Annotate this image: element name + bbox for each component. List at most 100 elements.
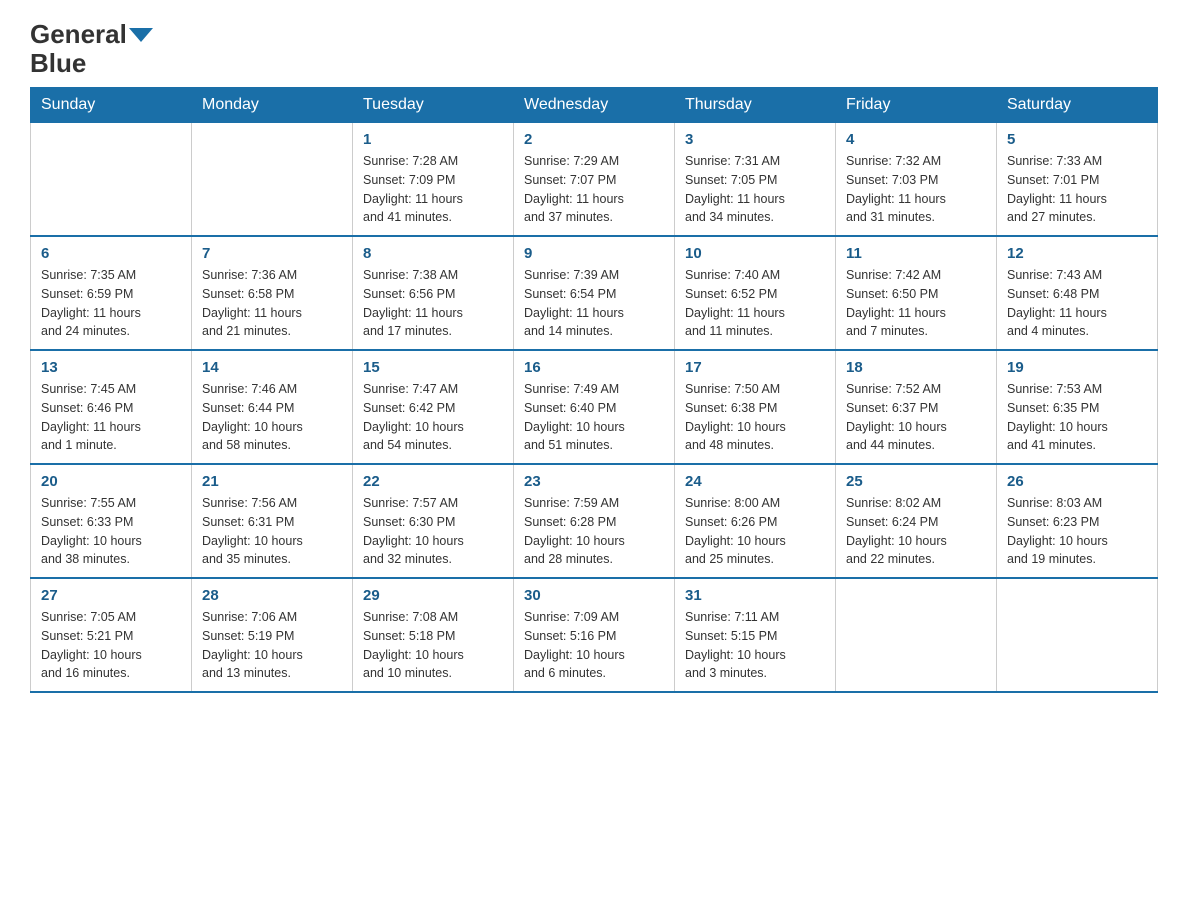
calendar-cell: 24 Sunrise: 8:00 AM Sunset: 6:26 PM Dayli…	[675, 464, 836, 578]
day-number: 20	[41, 473, 181, 490]
calendar-cell: 14 Sunrise: 7:46 AM Sunset: 6:44 PM Dayli…	[192, 350, 353, 464]
day-number: 24	[685, 473, 825, 490]
day-number: 17	[685, 359, 825, 376]
day-number: 8	[363, 245, 503, 262]
day-info: Sunrise: 8:02 AM Sunset: 6:24 PM Dayligh…	[846, 494, 986, 569]
day-info: Sunrise: 7:35 AM Sunset: 6:59 PM Dayligh…	[41, 266, 181, 341]
calendar-cell: 18Sunrise: 7:52 AM Sunset: 6:37 PM Dayli…	[836, 350, 997, 464]
day-number: 29	[363, 587, 503, 604]
day-info: Sunrise: 7:56 AM Sunset: 6:31 PM Dayligh…	[202, 494, 342, 569]
day-info: Sunrise: 7:29 AM Sunset: 7:07 PM Dayligh…	[524, 152, 664, 227]
day-info: Sunrise: 7:06 AM Sunset: 5:19 PM Dayligh…	[202, 608, 342, 683]
weekday-header-saturday: Saturday	[997, 88, 1158, 123]
day-number: 1	[363, 131, 503, 148]
day-number: 28	[202, 587, 342, 604]
calendar-table: SundayMondayTuesdayWednesdayThursdayFrid…	[30, 87, 1158, 693]
day-info: Sunrise: 7:05 AM Sunset: 5:21 PM Dayligh…	[41, 608, 181, 683]
day-info: Sunrise: 7:28 AM Sunset: 7:09 PM Dayligh…	[363, 152, 503, 227]
day-number: 6	[41, 245, 181, 262]
calendar-cell: 1 Sunrise: 7:28 AM Sunset: 7:09 PM Daylig…	[353, 123, 514, 237]
calendar-cell	[997, 578, 1158, 692]
calendar-cell	[192, 123, 353, 237]
day-info: Sunrise: 7:38 AM Sunset: 6:56 PM Dayligh…	[363, 266, 503, 341]
day-number: 7	[202, 245, 342, 262]
weekday-header-tuesday: Tuesday	[353, 88, 514, 123]
day-info: Sunrise: 7:45 AM Sunset: 6:46 PM Dayligh…	[41, 380, 181, 455]
day-info: Sunrise: 8:00 AM Sunset: 6:26 PM Dayligh…	[685, 494, 825, 569]
day-number: 10	[685, 245, 825, 262]
day-info: Sunrise: 7:47 AM Sunset: 6:42 PM Dayligh…	[363, 380, 503, 455]
calendar-cell: 7 Sunrise: 7:36 AM Sunset: 6:58 PM Daylig…	[192, 236, 353, 350]
calendar-cell	[31, 123, 192, 237]
calendar-cell: 5 Sunrise: 7:33 AM Sunset: 7:01 PM Daylig…	[997, 123, 1158, 237]
day-number: 19	[1007, 359, 1147, 376]
day-info: Sunrise: 7:32 AM Sunset: 7:03 PM Dayligh…	[846, 152, 986, 227]
day-number: 4	[846, 131, 986, 148]
calendar-cell: 6 Sunrise: 7:35 AM Sunset: 6:59 PM Daylig…	[31, 236, 192, 350]
calendar-cell: 23 Sunrise: 7:59 AM Sunset: 6:28 PM Dayli…	[514, 464, 675, 578]
day-number: 3	[685, 131, 825, 148]
day-number: 25	[846, 473, 986, 490]
calendar-cell: 11 Sunrise: 7:42 AM Sunset: 6:50 PM Dayli…	[836, 236, 997, 350]
calendar-cell: 17 Sunrise: 7:50 AM Sunset: 6:38 PM Dayli…	[675, 350, 836, 464]
day-info: Sunrise: 7:53 AM Sunset: 6:35 PM Dayligh…	[1007, 380, 1147, 455]
page-header: General Blue	[30, 20, 1158, 77]
day-number: 14	[202, 359, 342, 376]
calendar-week-row: 1 Sunrise: 7:28 AM Sunset: 7:09 PM Daylig…	[31, 123, 1158, 237]
calendar-week-row: 6 Sunrise: 7:35 AM Sunset: 6:59 PM Daylig…	[31, 236, 1158, 350]
day-info: Sunrise: 7:11 AM Sunset: 5:15 PM Dayligh…	[685, 608, 825, 683]
weekday-header-sunday: Sunday	[31, 88, 192, 123]
day-number: 2	[524, 131, 664, 148]
calendar-cell: 8 Sunrise: 7:38 AM Sunset: 6:56 PM Daylig…	[353, 236, 514, 350]
calendar-cell: 20 Sunrise: 7:55 AM Sunset: 6:33 PM Dayli…	[31, 464, 192, 578]
day-info: Sunrise: 7:39 AM Sunset: 6:54 PM Dayligh…	[524, 266, 664, 341]
day-number: 13	[41, 359, 181, 376]
day-info: Sunrise: 7:36 AM Sunset: 6:58 PM Dayligh…	[202, 266, 342, 341]
calendar-cell: 28 Sunrise: 7:06 AM Sunset: 5:19 PM Dayli…	[192, 578, 353, 692]
day-number: 9	[524, 245, 664, 262]
day-number: 30	[524, 587, 664, 604]
logo: General Blue	[30, 20, 153, 77]
day-info: Sunrise: 7:52 AM Sunset: 6:37 PM Dayligh…	[846, 380, 986, 455]
calendar-cell: 19 Sunrise: 7:53 AM Sunset: 6:35 PM Dayli…	[997, 350, 1158, 464]
calendar-cell: 31 Sunrise: 7:11 AM Sunset: 5:15 PM Dayli…	[675, 578, 836, 692]
calendar-cell: 22 Sunrise: 7:57 AM Sunset: 6:30 PM Dayli…	[353, 464, 514, 578]
day-info: Sunrise: 7:57 AM Sunset: 6:30 PM Dayligh…	[363, 494, 503, 569]
calendar-cell: 30 Sunrise: 7:09 AM Sunset: 5:16 PM Dayli…	[514, 578, 675, 692]
weekday-header-friday: Friday	[836, 88, 997, 123]
calendar-week-row: 13 Sunrise: 7:45 AM Sunset: 6:46 PM Dayli…	[31, 350, 1158, 464]
day-number: 31	[685, 587, 825, 604]
day-info: Sunrise: 7:59 AM Sunset: 6:28 PM Dayligh…	[524, 494, 664, 569]
calendar-cell: 26Sunrise: 8:03 AM Sunset: 6:23 PM Dayli…	[997, 464, 1158, 578]
day-number: 11	[846, 245, 986, 262]
day-info: Sunrise: 7:42 AM Sunset: 6:50 PM Dayligh…	[846, 266, 986, 341]
calendar-cell: 29 Sunrise: 7:08 AM Sunset: 5:18 PM Dayli…	[353, 578, 514, 692]
day-info: Sunrise: 7:55 AM Sunset: 6:33 PM Dayligh…	[41, 494, 181, 569]
day-number: 23	[524, 473, 664, 490]
day-number: 15	[363, 359, 503, 376]
day-info: Sunrise: 7:50 AM Sunset: 6:38 PM Dayligh…	[685, 380, 825, 455]
day-number: 5	[1007, 131, 1147, 148]
day-info: Sunrise: 7:43 AM Sunset: 6:48 PM Dayligh…	[1007, 266, 1147, 341]
day-number: 27	[41, 587, 181, 604]
weekday-header-row: SundayMondayTuesdayWednesdayThursdayFrid…	[31, 88, 1158, 123]
calendar-cell	[836, 578, 997, 692]
day-info: Sunrise: 7:09 AM Sunset: 5:16 PM Dayligh…	[524, 608, 664, 683]
calendar-week-row: 27 Sunrise: 7:05 AM Sunset: 5:21 PM Dayli…	[31, 578, 1158, 692]
calendar-cell: 13 Sunrise: 7:45 AM Sunset: 6:46 PM Dayli…	[31, 350, 192, 464]
calendar-cell: 9 Sunrise: 7:39 AM Sunset: 6:54 PM Daylig…	[514, 236, 675, 350]
calendar-cell: 27 Sunrise: 7:05 AM Sunset: 5:21 PM Dayli…	[31, 578, 192, 692]
calendar-week-row: 20 Sunrise: 7:55 AM Sunset: 6:33 PM Dayli…	[31, 464, 1158, 578]
day-info: Sunrise: 7:08 AM Sunset: 5:18 PM Dayligh…	[363, 608, 503, 683]
day-info: Sunrise: 7:46 AM Sunset: 6:44 PM Dayligh…	[202, 380, 342, 455]
logo-blue-text: Blue	[30, 48, 86, 78]
day-number: 21	[202, 473, 342, 490]
day-info: Sunrise: 7:49 AM Sunset: 6:40 PM Dayligh…	[524, 380, 664, 455]
calendar-cell: 16Sunrise: 7:49 AM Sunset: 6:40 PM Dayli…	[514, 350, 675, 464]
day-info: Sunrise: 7:33 AM Sunset: 7:01 PM Dayligh…	[1007, 152, 1147, 227]
calendar-cell: 4 Sunrise: 7:32 AM Sunset: 7:03 PM Daylig…	[836, 123, 997, 237]
day-number: 12	[1007, 245, 1147, 262]
logo-text: General	[30, 20, 153, 49]
day-number: 26	[1007, 473, 1147, 490]
day-number: 22	[363, 473, 503, 490]
